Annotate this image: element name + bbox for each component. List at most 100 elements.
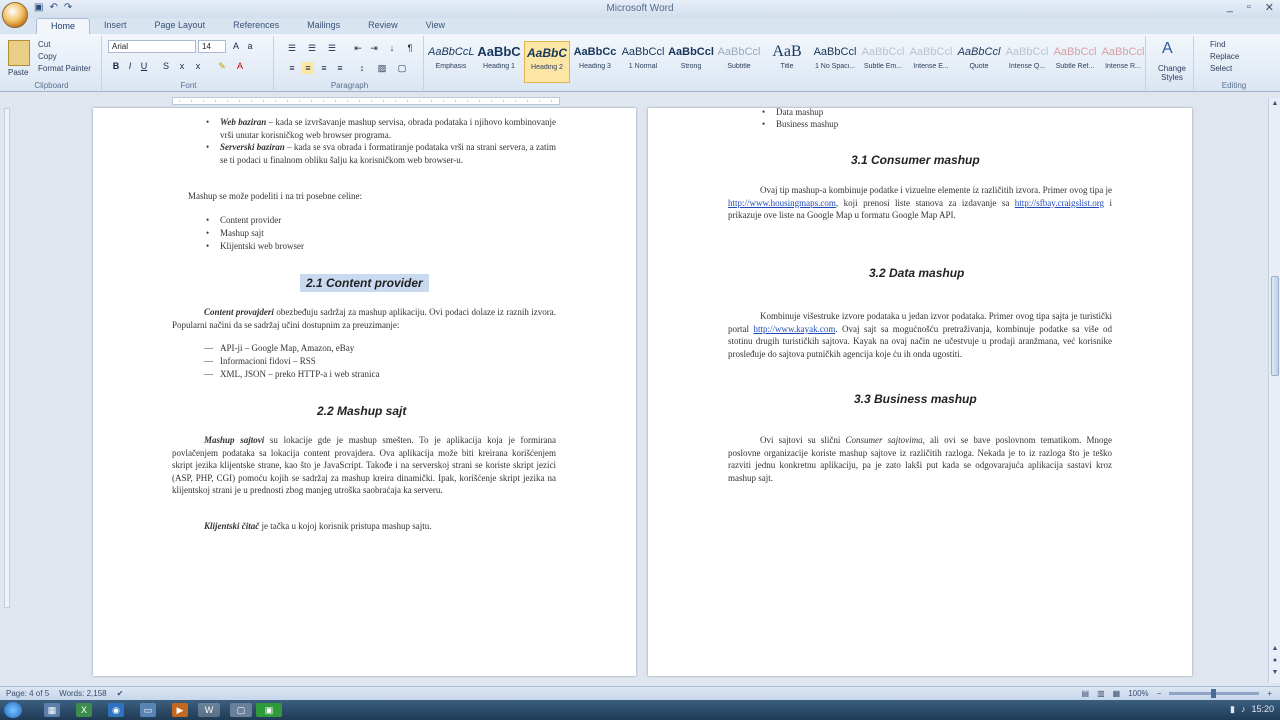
style-normal[interactable]: AaBbCcl 1 Normal	[620, 41, 666, 83]
numbering-icon[interactable]: ☰	[306, 42, 318, 54]
word-count[interactable]: Words: 2,158	[59, 689, 106, 698]
close-button[interactable]: ✕	[1265, 1, 1274, 14]
sort-icon[interactable]: ↓	[386, 42, 398, 54]
excel-icon[interactable]: X	[76, 703, 92, 717]
vertical-ruler[interactable]	[4, 108, 10, 608]
consumer-sites-term: Consumer sajtovima	[845, 435, 923, 445]
horizontal-ruler[interactable]	[172, 97, 560, 105]
superscript-icon[interactable]: x	[192, 60, 204, 72]
decrease-indent-icon[interactable]: ⇤	[352, 42, 364, 54]
change-styles-button[interactable]: Change Styles	[1152, 64, 1192, 82]
print-layout-icon[interactable]: ▤	[1082, 689, 1090, 698]
increase-indent-icon[interactable]: ⇥	[368, 42, 380, 54]
clock[interactable]: 15:20	[1251, 704, 1274, 715]
browse-object-icon[interactable]: ●	[1270, 657, 1280, 667]
bullets-icon[interactable]: ☰	[286, 42, 298, 54]
cut-button[interactable]: Cut	[38, 40, 50, 49]
justify-icon[interactable]: ≡	[334, 62, 346, 74]
maximize-button[interactable]: ▫	[1247, 1, 1251, 14]
line-spacing-icon[interactable]: ↕	[356, 62, 368, 74]
style-no-spacing[interactable]: AaBbCcl 1 No Spaci...	[812, 41, 858, 83]
style-intense-emphasis[interactable]: AaBbCcl Intense E...	[908, 41, 954, 83]
window-task-icon[interactable]: ▢	[230, 703, 252, 717]
tab-page-layout[interactable]: Page Layout	[141, 18, 220, 34]
zoom-slider-thumb[interactable]	[1211, 689, 1217, 698]
select-button[interactable]: Select	[1210, 64, 1232, 73]
folder-icon[interactable]: ▭	[140, 703, 156, 717]
style-title[interactable]: AaB Title	[764, 41, 810, 83]
change-styles-icon[interactable]: A	[1162, 40, 1173, 58]
format-painter-button[interactable]: Format Painter	[38, 64, 91, 73]
full-screen-icon[interactable]: ▥	[1097, 689, 1105, 698]
network-icon[interactable]: ▮	[1230, 704, 1235, 715]
style-subtle-emphasis[interactable]: AaBbCcl Subtle Em...	[860, 41, 906, 83]
underline-icon[interactable]: U	[138, 60, 150, 72]
kayak-link[interactable]: http://www.kayak.com	[753, 324, 835, 334]
zoom-out-icon[interactable]: −	[1157, 689, 1162, 698]
scroll-up-icon[interactable]: ▲	[1270, 100, 1280, 110]
explorer-icon[interactable]: ▦	[44, 703, 60, 717]
page-count[interactable]: Page: 4 of 5	[6, 689, 49, 698]
style-quote[interactable]: AaBbCcl Quote	[956, 41, 1002, 83]
highlight-icon[interactable]: ✎	[216, 60, 228, 72]
zoom-level[interactable]: 100%	[1128, 689, 1148, 698]
start-button[interactable]	[4, 702, 22, 718]
system-tray: ▮ ♪ 15:20	[1230, 704, 1274, 715]
page-right[interactable]: Data mashup Business mashup 3.1 Consumer…	[648, 107, 1192, 676]
paste-button[interactable]: Paste	[8, 68, 28, 77]
tab-references[interactable]: References	[219, 18, 293, 34]
office-button[interactable]	[2, 2, 28, 28]
tab-home[interactable]: Home	[36, 18, 91, 34]
style-strong[interactable]: AaBbCcl Strong	[668, 41, 714, 83]
web-layout-icon[interactable]: ▦	[1113, 689, 1121, 698]
page-left[interactable]: Web baziran – kada se izvršavanje mashup…	[93, 108, 636, 676]
browser-icon[interactable]: ◉	[108, 703, 124, 717]
strikethrough-icon[interactable]: S	[160, 60, 172, 72]
word-task-icon[interactable]: W	[198, 703, 220, 717]
vertical-scrollbar[interactable]: ▲ ▲ ● ▼	[1268, 98, 1280, 683]
zoom-in-icon[interactable]: +	[1267, 689, 1272, 698]
shrink-font-icon[interactable]: a	[244, 40, 256, 52]
style-subtitle[interactable]: AaBbCcl Subtitle	[716, 41, 762, 83]
bold-icon[interactable]: B	[110, 60, 122, 72]
housingmaps-link[interactable]: http://www.housingmaps.com	[728, 198, 836, 208]
previous-page-icon[interactable]: ▲	[1270, 645, 1280, 655]
show-marks-icon[interactable]: ¶	[404, 42, 416, 54]
next-page-icon[interactable]: ▼	[1270, 669, 1280, 679]
find-button[interactable]: Find	[1210, 40, 1226, 49]
borders-icon[interactable]: ▢	[396, 62, 408, 74]
style-subtle-reference[interactable]: AaBbCcl Subtle Ref...	[1052, 41, 1098, 83]
minimize-button[interactable]: _	[1227, 1, 1233, 14]
font-name-box[interactable]: Arial	[108, 40, 196, 53]
align-center-icon[interactable]: ≡	[302, 62, 314, 74]
shading-icon[interactable]: ▨	[376, 62, 388, 74]
tab-mailings[interactable]: Mailings	[293, 18, 354, 34]
tab-view[interactable]: View	[412, 18, 459, 34]
subscript-icon[interactable]: x	[176, 60, 188, 72]
copy-button[interactable]: Copy	[38, 52, 57, 61]
align-left-icon[interactable]: ≡	[286, 62, 298, 74]
style-intense-reference[interactable]: AaBbCcl Intense R...	[1100, 41, 1146, 83]
app-task-icon[interactable]: ▣	[256, 703, 282, 717]
scroll-thumb[interactable]	[1271, 276, 1279, 376]
align-right-icon[interactable]: ≡	[318, 62, 330, 74]
volume-icon[interactable]: ♪	[1241, 704, 1246, 715]
style-emphasis[interactable]: AaBbCcL Emphasis	[428, 41, 474, 83]
font-color-icon[interactable]: A	[234, 60, 246, 72]
tab-review[interactable]: Review	[354, 18, 412, 34]
style-heading-3[interactable]: AaBbCc Heading 3	[572, 41, 618, 83]
paste-icon[interactable]	[8, 40, 30, 66]
proofing-icon[interactable]: ✔	[117, 689, 124, 698]
italic-icon[interactable]: I	[124, 60, 136, 72]
font-size-box[interactable]: 14	[198, 40, 226, 53]
grow-font-icon[interactable]: A	[230, 40, 242, 52]
tab-insert[interactable]: Insert	[90, 18, 141, 34]
replace-button[interactable]: Replace	[1210, 52, 1239, 61]
zoom-slider[interactable]	[1169, 689, 1260, 698]
craigslist-link[interactable]: http://sfbay.craigslist.org	[1015, 198, 1104, 208]
multilevel-list-icon[interactable]: ☰	[326, 42, 338, 54]
style-heading-2[interactable]: AaBbC Heading 2	[524, 41, 570, 83]
style-intense-quote[interactable]: AaBbCcl Intense Q...	[1004, 41, 1050, 83]
style-heading-1[interactable]: AaBbC Heading 1	[476, 41, 522, 83]
media-icon[interactable]: ▶	[172, 703, 188, 717]
